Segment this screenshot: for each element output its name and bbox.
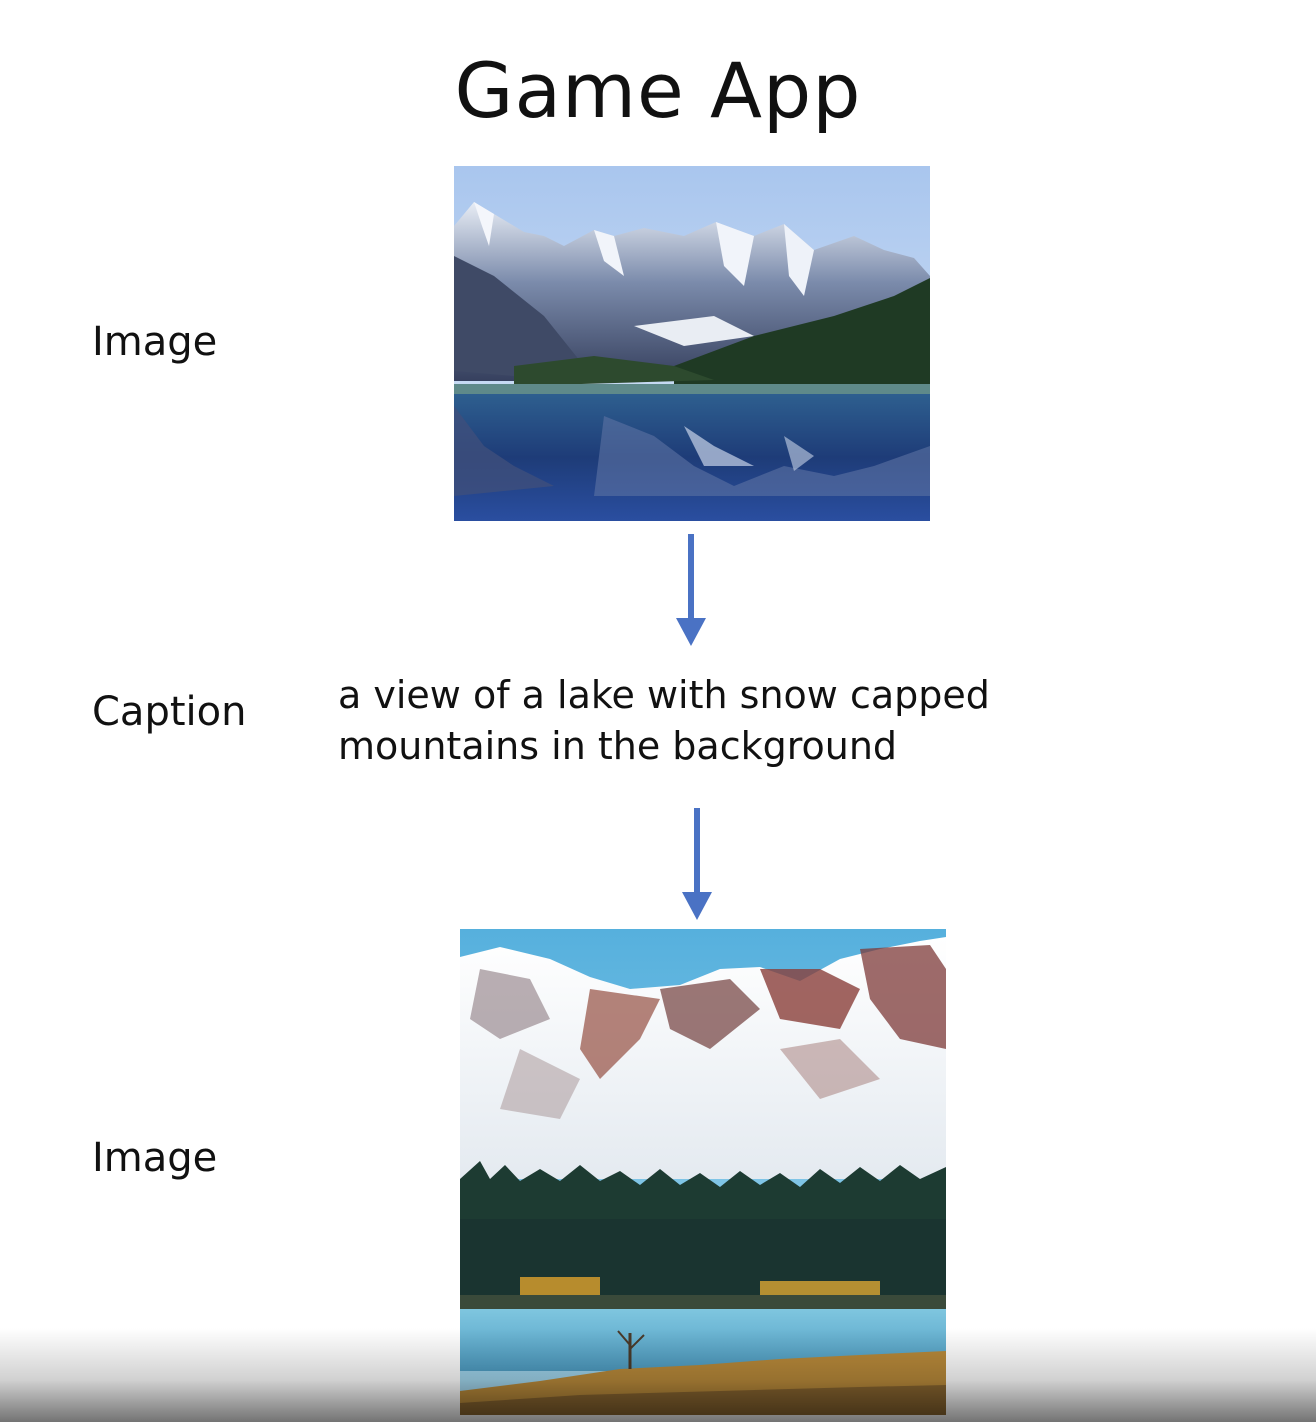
down-arrow-1 bbox=[676, 534, 706, 646]
video-bottom-gradient bbox=[0, 1328, 1316, 1422]
input-image bbox=[454, 166, 930, 521]
generated-caption: a view of a lake with snow capped mounta… bbox=[338, 673, 990, 768]
input-image-label: Image bbox=[92, 319, 218, 365]
input-mountain-lake-photo bbox=[454, 166, 930, 521]
down-arrow-2 bbox=[682, 808, 712, 920]
output-image-label: Image bbox=[92, 1135, 218, 1181]
page-title: Game App bbox=[454, 46, 862, 135]
caption-label: Caption bbox=[92, 689, 247, 735]
